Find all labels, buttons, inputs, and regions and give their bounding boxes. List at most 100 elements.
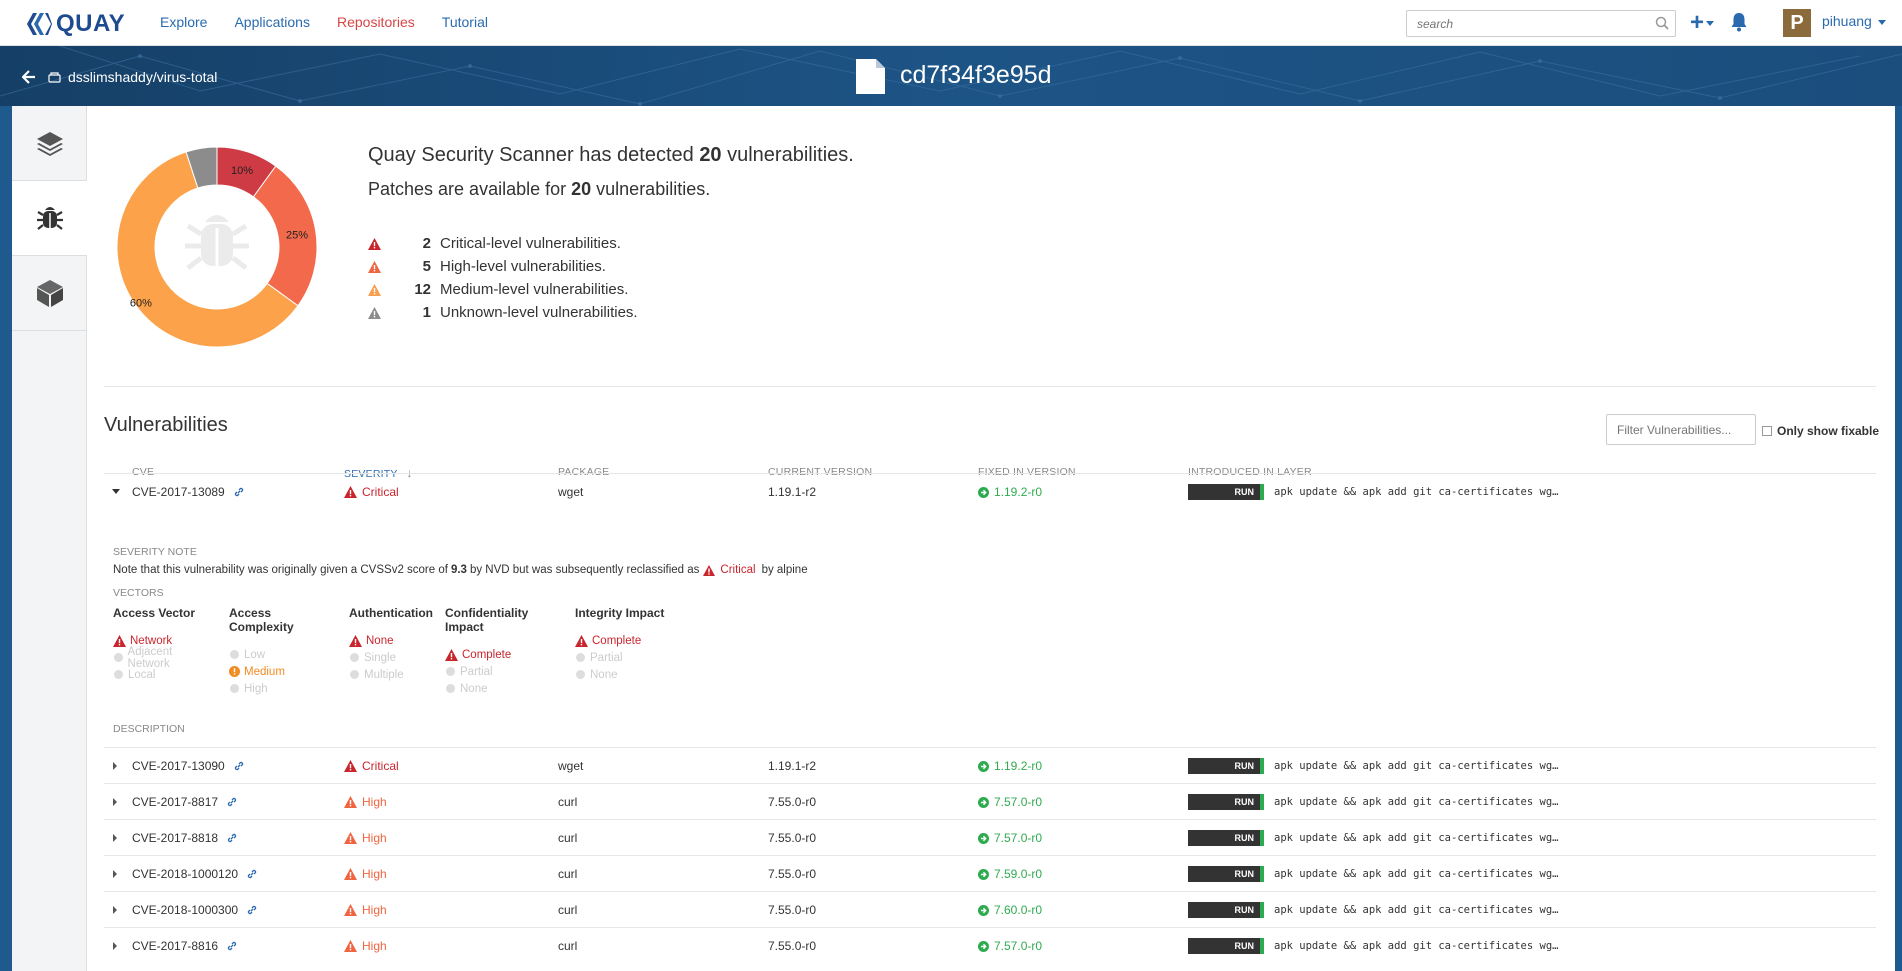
introduced-layer[interactable]: RUN apk update && apk add git ca-certific…: [1188, 830, 1558, 846]
fixed-version: 7.57.0-r0: [978, 795, 1042, 809]
severity-badge: High: [344, 903, 387, 917]
circle-icon: [446, 667, 455, 676]
cve-id[interactable]: CVE-2017-13089: [132, 485, 244, 499]
username-label: pihuang: [1822, 13, 1872, 29]
circle-icon: [230, 684, 239, 693]
page-title: cd7f34f3e95d: [900, 61, 1052, 89]
chevron-right-icon[interactable]: [113, 906, 117, 914]
main-nav: Explore Applications Repositories Tutori…: [160, 14, 515, 30]
only-fixable-toggle[interactable]: Only show fixable: [1762, 424, 1879, 438]
chevron-down-icon[interactable]: [112, 489, 120, 494]
fixed-version-label: 1.19.2-r0: [994, 759, 1043, 773]
external-link-icon[interactable]: [234, 761, 244, 771]
count-value: 2: [422, 235, 431, 252]
table-row[interactable]: CVE-2017-13090 Critical wget 1.19.1-r2 1.19.…: [104, 747, 1876, 783]
vector-option-label: Local: [128, 668, 156, 681]
circle-icon: [114, 670, 123, 679]
cve-id[interactable]: CVE-2017-8817: [132, 795, 237, 809]
cve-id[interactable]: CVE-2017-8816: [132, 939, 237, 953]
patches-count: 20: [571, 179, 592, 199]
external-link-icon[interactable]: [234, 487, 244, 497]
vector-column: Access Vector Network Adjacent Network Loca…: [113, 606, 213, 697]
notifications-bell-icon[interactable]: [1730, 12, 1748, 32]
layer-command: apk update && apk add git ca-certificate…: [1274, 868, 1559, 880]
table-row[interactable]: CVE-2017-8817 High curl 7.55.0-r0 7.57.0-r0 R…: [104, 783, 1876, 819]
user-menu[interactable]: pihuang: [1822, 13, 1886, 29]
chevron-right-icon[interactable]: [113, 798, 117, 806]
external-link-icon[interactable]: [227, 941, 237, 951]
note-text: by alpine: [761, 564, 808, 576]
cve-label: CVE-2017-8816: [132, 939, 219, 953]
tab-packages[interactable]: [12, 256, 87, 331]
cve-id[interactable]: CVE-2018-1000120: [132, 867, 257, 881]
fixed-version: 1.19.2-r0: [978, 485, 1042, 499]
create-new-button[interactable]: +: [1690, 11, 1715, 35]
warning-icon: [113, 634, 126, 647]
back-arrow-icon[interactable]: [22, 70, 36, 84]
chevron-right-icon[interactable]: [113, 762, 117, 770]
external-link-icon[interactable]: [227, 797, 237, 807]
nav-applications[interactable]: Applications: [234, 14, 310, 30]
cve-id[interactable]: CVE-2017-8818: [132, 831, 237, 845]
arrow-circle-right-icon: [978, 868, 989, 880]
tab-layers[interactable]: [12, 106, 87, 181]
external-link-icon[interactable]: [247, 905, 257, 915]
search-icon[interactable]: [1655, 16, 1669, 30]
filter-vulnerabilities-input[interactable]: [1607, 415, 1747, 444]
severity-counts: 2 Critical-level vulnerabilities. 5 High-le…: [368, 232, 638, 324]
severity-note: Note that this vulnerability was origina…: [113, 564, 1813, 576]
cve-id[interactable]: CVE-2017-13090: [132, 759, 244, 773]
introduced-layer[interactable]: RUN apk update && apk add git ca-certific…: [1188, 484, 1558, 500]
table-row[interactable]: CVE-2017-8816 High curl 7.55.0-r0 7.57.0-r0 R…: [104, 927, 1876, 963]
vector-option: Partial: [445, 663, 559, 680]
introduced-layer[interactable]: RUN apk update && apk add git ca-certific…: [1188, 758, 1558, 774]
chevron-right-icon[interactable]: [113, 834, 117, 842]
current-version: 1.19.1-r2: [768, 759, 817, 773]
chevron-right-icon[interactable]: [113, 870, 117, 878]
introduced-layer[interactable]: RUN apk update && apk add git ca-certific…: [1188, 938, 1558, 954]
package-name: curl: [558, 795, 578, 809]
current-version: 7.55.0-r0: [768, 795, 817, 809]
count-value: 12: [414, 281, 431, 298]
only-fixable-checkbox[interactable]: [1762, 426, 1772, 436]
cve-id[interactable]: CVE-2018-1000300: [132, 903, 257, 917]
table-row[interactable]: CVE-2018-1000300 High curl 7.55.0-r0 7.60.0-…: [104, 891, 1876, 927]
nav-tutorial[interactable]: Tutorial: [442, 14, 488, 30]
donut-label-medium: 60%: [130, 297, 152, 309]
circle-icon: [576, 653, 585, 662]
vector-column: Integrity Impact Complete Partial None: [575, 606, 675, 697]
count-value: 5: [422, 258, 431, 275]
package-icon: [36, 280, 63, 307]
introduced-layer[interactable]: RUN apk update && apk add git ca-certific…: [1188, 794, 1558, 810]
nav-explore[interactable]: Explore: [160, 14, 207, 30]
breadcrumb-repository[interactable]: dsslimshaddy/virus-total: [68, 69, 217, 85]
table-row[interactable]: CVE-2018-1000120 High curl 7.55.0-r0 7.59.0-…: [104, 855, 1876, 891]
severity-label: High: [362, 939, 387, 953]
chevron-right-icon[interactable]: [113, 942, 117, 950]
package-name: wget: [558, 759, 584, 773]
nav-repositories[interactable]: Repositories: [337, 14, 415, 30]
external-link-icon[interactable]: [247, 869, 257, 879]
run-badge: RUN: [1188, 902, 1264, 918]
search-input[interactable]: [1407, 11, 1637, 36]
summary-text: Quay Security Scanner has detected: [368, 144, 700, 166]
quay-logo[interactable]: QUAY: [26, 10, 125, 38]
arrow-circle-right-icon: [978, 760, 989, 772]
vulnerabilities-heading: Vulnerabilities: [104, 414, 228, 436]
table-row[interactable]: CVE-2017-13089 Critical wget 1.19.1-r2 1.19.…: [104, 473, 1876, 509]
vector-option: Medium: [229, 663, 333, 680]
external-link-icon[interactable]: [227, 833, 237, 843]
vector-option: Single: [349, 649, 429, 666]
introduced-layer[interactable]: RUN apk update && apk add git ca-certific…: [1188, 866, 1558, 882]
severity-count-critical: 2 Critical-level vulnerabilities.: [368, 232, 638, 255]
vector-option-label: Single: [364, 651, 396, 664]
avatar[interactable]: P: [1783, 9, 1811, 37]
warning-icon: [349, 634, 362, 647]
table-row[interactable]: CVE-2017-8818 High curl 7.55.0-r0 7.57.0-r0 R…: [104, 819, 1876, 855]
count-label: Unknown-level vulnerabilities.: [440, 304, 638, 321]
vector-option: Multiple: [349, 666, 429, 683]
tab-security-scan[interactable]: [12, 181, 88, 256]
introduced-layer[interactable]: RUN apk update && apk add git ca-certific…: [1188, 902, 1558, 918]
run-badge: RUN: [1188, 484, 1264, 500]
vector-option-label: High: [244, 682, 268, 695]
